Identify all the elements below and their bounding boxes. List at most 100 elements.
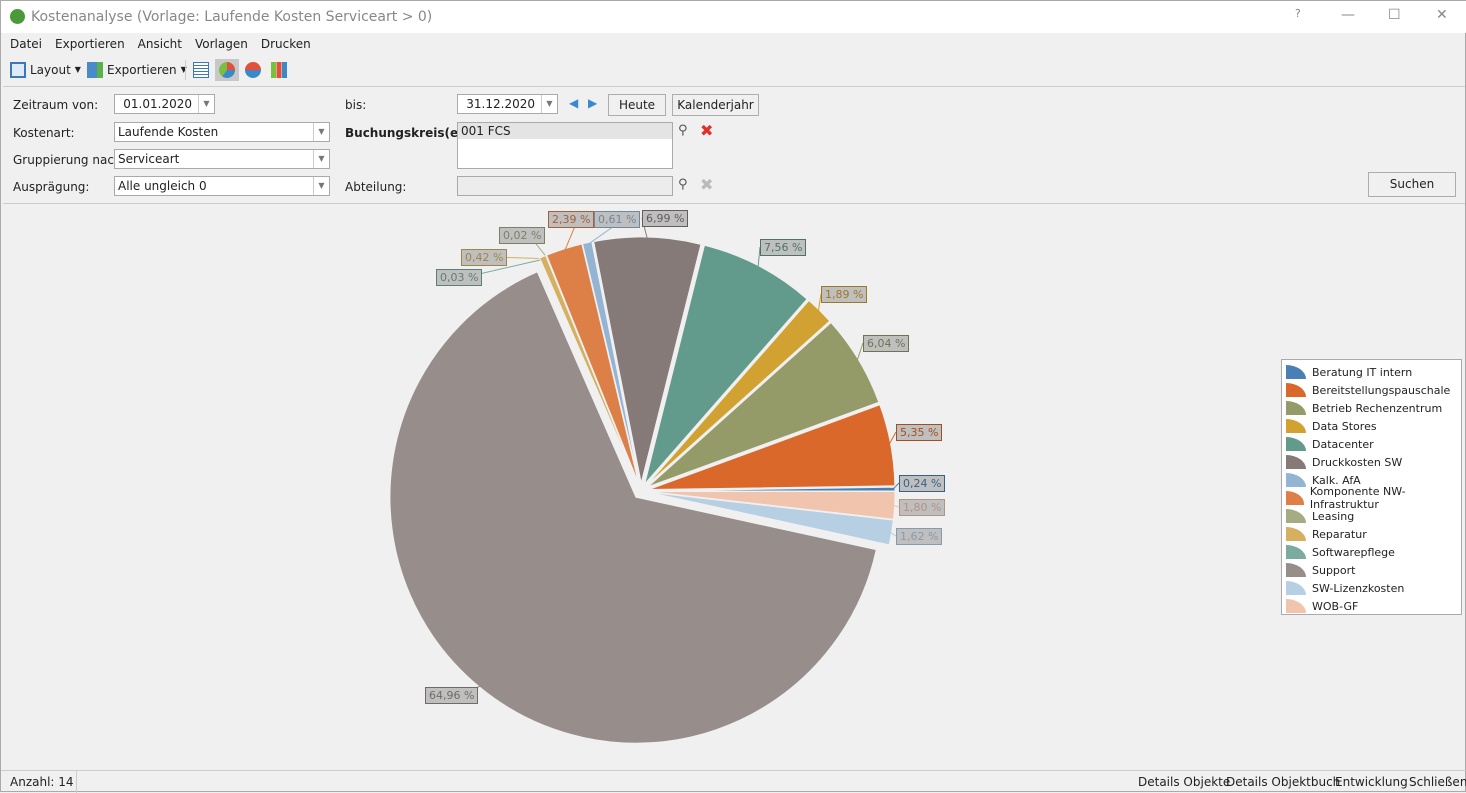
search-button[interactable]: Suchen (1368, 172, 1456, 197)
legend-swatch-icon (1286, 419, 1306, 433)
legend-item[interactable]: WOB-GF (1286, 597, 1457, 615)
binoculars-icon[interactable]: ⚲ (678, 177, 688, 192)
layout-button[interactable]: Layout ▼ (10, 59, 81, 81)
pie-chart-icon (219, 62, 235, 78)
table-view-button[interactable] (193, 59, 209, 81)
from-label: Zeitraum von: (13, 98, 99, 112)
menu-exportieren[interactable]: Exportieren (55, 34, 125, 54)
legend-item[interactable]: Komponente NW-Infrastruktur (1286, 485, 1457, 511)
legend-item[interactable]: Softwarepflege (1286, 543, 1457, 561)
to-date-value: 31.12.2020 (466, 97, 535, 111)
export-icon (87, 62, 103, 78)
legend-swatch-icon (1286, 509, 1306, 523)
legend-swatch-icon (1286, 365, 1306, 379)
from-date-value: 01.01.2020 (123, 97, 192, 111)
slice-label: 64,96 % (425, 687, 479, 704)
legend-swatch-icon (1286, 401, 1306, 415)
chevron-down-icon[interactable]: ▼ (313, 150, 329, 168)
slice-label: 6,99 % (642, 210, 689, 227)
details-objectbook-link[interactable]: Details Objektbuch (1226, 775, 1340, 789)
layout-label: Layout (30, 63, 71, 77)
menu-vorlagen[interactable]: Vorlagen (195, 34, 248, 54)
legend-label: Support (1312, 563, 1356, 577)
legend-item[interactable]: Druckkosten SW (1286, 453, 1457, 471)
slice-label: 7,56 % (760, 239, 807, 256)
legend-label: Betrieb Rechenzentrum (1312, 401, 1443, 415)
status-bar: Anzahl: 14 Details Objekte Details Objek… (1, 770, 1466, 793)
menu-drucken[interactable]: Drucken (261, 34, 311, 54)
company-code-list[interactable]: 001 FCS (457, 122, 673, 169)
slice-label: 2,39 % (548, 211, 595, 228)
to-label: bis: (345, 98, 367, 112)
legend-swatch-icon (1286, 563, 1306, 577)
chevron-down-icon: ▼ (74, 65, 81, 74)
expression-label: Ausprägung: (13, 180, 90, 194)
previous-period-icon[interactable]: ◀ (569, 96, 578, 110)
binoculars-icon[interactable]: ⚲ (678, 123, 688, 138)
pie-view-button[interactable] (215, 59, 239, 81)
pie-chart: 0,24 % 5,35 % 6,04 % 1,89 % 7,56 % 6,99 % 0,61… (1, 205, 1466, 769)
legend-item[interactable]: Support (1286, 561, 1457, 579)
app-icon (10, 9, 25, 24)
legend-label: Komponente NW-Infrastruktur (1309, 485, 1406, 511)
pie-svg (389, 217, 900, 744)
legend-swatch-icon (1286, 581, 1306, 595)
close-link[interactable]: Schließen (1409, 775, 1466, 789)
close-button[interactable]: ✕ (1436, 7, 1448, 23)
legend-label: Data Stores (1312, 419, 1377, 433)
legend-item[interactable]: Data Stores (1286, 417, 1457, 435)
record-count: Anzahl: 14 (10, 775, 74, 789)
to-date-input[interactable]: 31.12.2020 ▼ (457, 94, 558, 114)
chevron-down-icon[interactable]: ▼ (541, 95, 557, 113)
minimize-button[interactable]: — (1341, 7, 1355, 23)
slice-label: 1,89 % (821, 286, 868, 303)
legend-item[interactable]: Reparatur (1286, 525, 1457, 543)
company-code-label: Buchungskreis(e): (345, 126, 469, 140)
legend-label: Bereitstellungspauschale (1312, 383, 1451, 397)
3d-pie-icon (245, 62, 261, 78)
grouping-select[interactable]: Serviceart ▼ (114, 149, 330, 169)
layout-icon (10, 62, 26, 78)
cost-type-select[interactable]: Laufende Kosten ▼ (114, 122, 330, 142)
calendar-year-button[interactable]: Kalenderjahr (672, 94, 759, 116)
legend-swatch-icon (1286, 545, 1306, 559)
legend-item[interactable]: Beratung IT intern (1286, 363, 1457, 381)
development-link[interactable]: Entwicklung (1335, 775, 1408, 789)
chevron-down-icon[interactable]: ▼ (313, 123, 329, 141)
legend-item[interactable]: SW-Lizenzkosten (1286, 579, 1457, 597)
menu-ansicht[interactable]: Ansicht (138, 34, 182, 54)
slice-label: 0,03 % (436, 269, 483, 286)
chevron-down-icon[interactable]: ▼ (198, 95, 214, 113)
legend-label: WOB-GF (1312, 599, 1359, 613)
legend-swatch-icon (1286, 383, 1306, 397)
cost-type-value: Laufende Kosten (118, 125, 219, 139)
slice-label: 1,62 % (896, 528, 943, 545)
clear-icon[interactable]: ✖ (700, 121, 713, 140)
menu-datei[interactable]: Datei (10, 34, 42, 54)
slice-label: 1,80 % (899, 499, 946, 516)
help-button[interactable]: ? (1295, 7, 1301, 20)
company-code-item[interactable]: 001 FCS (458, 123, 672, 139)
legend-swatch-icon (1286, 437, 1306, 451)
legend-label: Druckkosten SW (1312, 455, 1403, 469)
next-period-icon[interactable]: ▶ (588, 96, 597, 110)
legend-label: Beratung IT intern (1312, 365, 1413, 379)
department-input[interactable] (457, 176, 673, 196)
grouping-label: Gruppierung nach: (13, 153, 126, 167)
donut-view-button[interactable] (245, 59, 261, 81)
today-button[interactable]: Heute (608, 94, 666, 116)
legend-item[interactable]: Datacenter (1286, 435, 1457, 453)
chevron-down-icon[interactable]: ▼ (313, 177, 329, 195)
legend-item[interactable]: Bereitstellungspauschale (1286, 381, 1457, 399)
slice-label: 0,61 % (594, 211, 641, 228)
details-objects-link[interactable]: Details Objekte (1138, 775, 1230, 789)
legend-item[interactable]: Betrieb Rechenzentrum (1286, 399, 1457, 417)
toolbar-separator (185, 60, 186, 80)
legend-label: Datacenter (1312, 437, 1374, 451)
cost-type-label: Kostenart: (13, 126, 75, 140)
bar-view-button[interactable] (271, 59, 287, 81)
from-date-input[interactable]: 01.01.2020 ▼ (114, 94, 215, 114)
export-button[interactable]: Exportieren ▼ (87, 59, 187, 81)
expression-select[interactable]: Alle ungleich 0 ▼ (114, 176, 330, 196)
maximize-button[interactable]: ☐ (1388, 7, 1401, 23)
